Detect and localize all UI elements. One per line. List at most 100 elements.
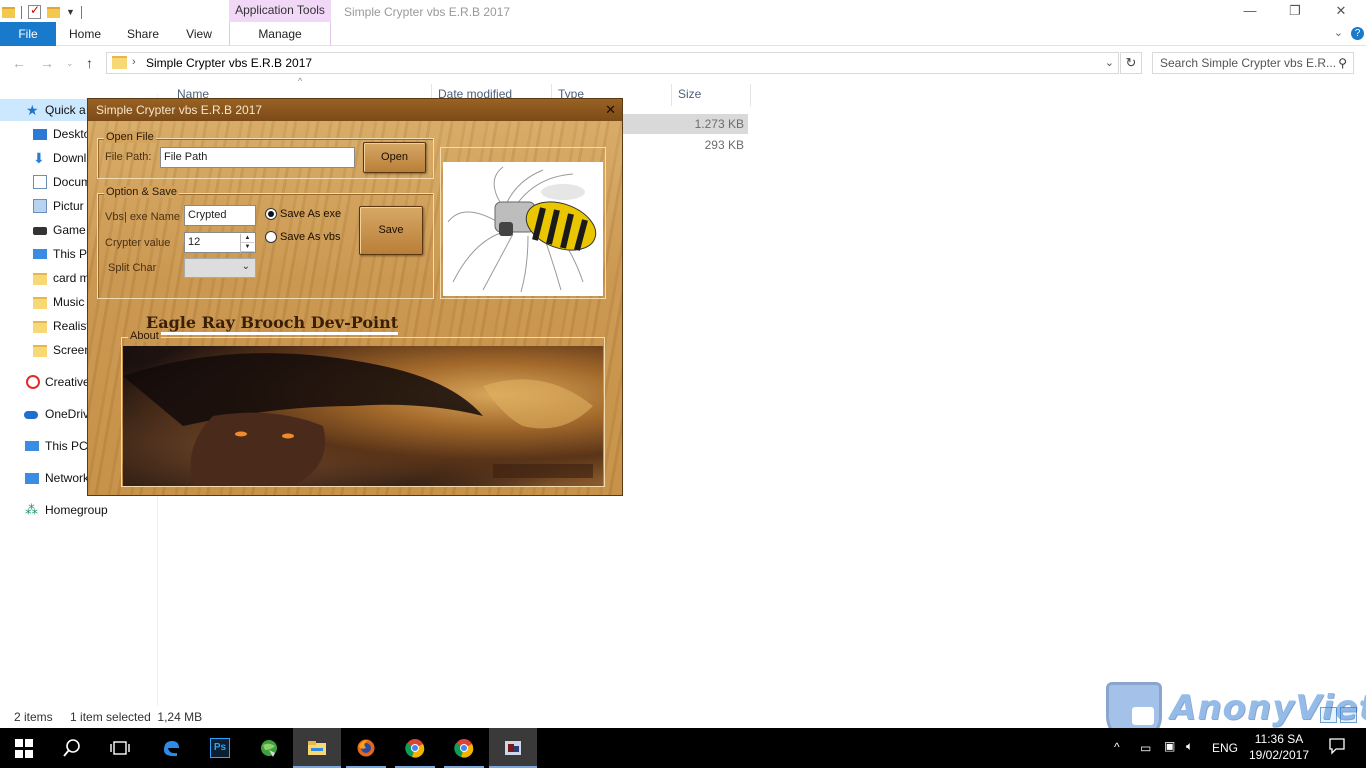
save-as-exe-radio[interactable] [265, 208, 277, 220]
tab-view[interactable]: View [174, 22, 224, 46]
save-as-exe-label[interactable]: Save As exe [280, 208, 341, 220]
tab-home[interactable]: Home [60, 22, 110, 46]
column-divider[interactable] [671, 84, 672, 106]
lock-icon [1132, 707, 1154, 725]
column-divider[interactable] [750, 84, 751, 106]
creative-cloud-icon [26, 375, 40, 389]
search-icon: ⚲ [1338, 56, 1347, 70]
restore-icon[interactable]: ❐ [1272, 0, 1318, 22]
save-as-vbs-label[interactable]: Save As vbs [280, 231, 341, 243]
firefox-button[interactable] [342, 728, 390, 768]
chevron-right-icon[interactable]: › [132, 56, 136, 68]
nav-label: Pictur [53, 199, 84, 213]
photoshop-button[interactable]: Ps [196, 728, 244, 768]
edge-button[interactable] [147, 728, 195, 768]
author-heading: Eagle Ray Brooch Dev-Point [146, 314, 399, 335]
search-placeholder: Search Simple Crypter vbs E.R... [1160, 56, 1337, 70]
customize-qat-icon[interactable]: ▼ [66, 7, 75, 17]
file-explorer-button[interactable] [293, 728, 341, 768]
chrome-button[interactable] [391, 728, 439, 768]
edge-icon [164, 741, 179, 757]
chrome-button-2[interactable] [440, 728, 488, 768]
clock-time: 11:36 SA [1254, 732, 1304, 746]
group-label: Option & Save [104, 186, 179, 198]
file-path-input[interactable]: File Path [160, 147, 355, 168]
idm-button[interactable] [245, 728, 293, 768]
chevron-down-icon[interactable]: ⌄ [1105, 56, 1114, 69]
crypter-titlebar: Simple Crypter vbs E.R.B 2017 ✕ [88, 99, 622, 121]
crypter-app-button[interactable] [489, 728, 537, 768]
nav-label: OneDriv [45, 407, 90, 421]
help-icon[interactable]: ? [1351, 27, 1364, 40]
network-icon[interactable]: ▣ [1164, 739, 1175, 768]
save-as-vbs-radio[interactable] [265, 231, 277, 243]
window-title: Simple Crypter vbs E.R.B 2017 [344, 5, 511, 19]
spin-down-icon[interactable]: ▼ [241, 243, 254, 252]
ribbon-controls: ⌄? [1334, 26, 1364, 40]
folder-icon [33, 297, 47, 309]
exe-name-input[interactable]: Crypted [184, 205, 256, 226]
open-button[interactable]: Open [363, 142, 426, 173]
computer-icon [25, 441, 39, 451]
address-bar[interactable]: › Simple Crypter vbs E.R.B 2017 ⌄ [106, 52, 1119, 74]
globe-icon [261, 740, 277, 757]
nav-label: Quick a [45, 103, 86, 117]
split-char-select[interactable]: ⌄ [184, 258, 256, 278]
bee-illustration [447, 166, 597, 293]
minimize-icon[interactable]: — [1227, 0, 1273, 22]
pictures-icon [33, 199, 47, 213]
close-icon[interactable]: ✕ [605, 99, 616, 121]
search-input[interactable]: Search Simple Crypter vbs E.R... ⚲ [1152, 52, 1354, 74]
task-view-button[interactable] [96, 728, 144, 768]
start-button[interactable] [0, 728, 48, 768]
separator [21, 5, 22, 19]
option-save-group: Option & Save Vbs| exe Name Crypted Cryp… [97, 186, 434, 299]
back-icon[interactable]: ← [12, 55, 26, 71]
bee-image [443, 162, 603, 296]
firefox-icon [357, 739, 375, 757]
expand-ribbon-icon[interactable]: ⌄ [1334, 27, 1343, 39]
save-button[interactable]: Save [359, 206, 423, 255]
recent-locations-icon[interactable]: ⌄ [66, 58, 74, 69]
clock[interactable]: 11:36 SA 19/02/2017 [1244, 731, 1314, 763]
watermark-text: AnonyViet [1170, 688, 1366, 728]
tab-file[interactable]: File [0, 22, 56, 46]
up-icon[interactable]: ↑ [86, 55, 93, 71]
forward-icon[interactable]: → [40, 55, 54, 71]
nav-label: card m [53, 271, 90, 285]
spin-up-icon[interactable]: ▲ [241, 234, 254, 243]
game-icon [33, 227, 47, 235]
nav-homegroup[interactable]: ⁂ Homegroup [0, 499, 158, 521]
close-icon[interactable]: ✕ [1318, 0, 1364, 22]
chevron-down-icon: ⌄ [241, 261, 250, 272]
crypter-value-stepper[interactable]: 12 ▲ ▼ [184, 232, 256, 253]
volume-icon[interactable]: 🔈︎ [1186, 739, 1193, 768]
folder-icon [308, 741, 326, 755]
exe-name-label: Vbs| exe Name [105, 211, 181, 223]
search-button[interactable] [48, 728, 96, 768]
properties-icon[interactable] [28, 3, 41, 19]
nav-label: This PC [45, 439, 88, 453]
tab-share[interactable]: Share [118, 22, 168, 46]
star-icon: ★ [26, 102, 39, 118]
ribbon-tabs: File Home Share View Manage ⌄? [0, 22, 1366, 46]
desktop-icon [33, 129, 47, 140]
refresh-icon[interactable]: ↻ [1120, 52, 1142, 74]
show-hidden-icons-icon[interactable]: ^ [1114, 740, 1120, 768]
crypter-window: Simple Crypter vbs E.R.B 2017 ✕ Open Fil… [87, 98, 623, 496]
language-indicator[interactable]: ENG [1212, 741, 1238, 768]
folder-icon [33, 345, 47, 357]
new-folder-icon[interactable] [47, 6, 60, 18]
crypter-value: 12 [188, 236, 201, 248]
notifications-icon[interactable] [1328, 737, 1346, 768]
nav-label: Docum [53, 175, 92, 189]
character-artwork [123, 353, 593, 486]
address-row: ← → ⌄ ↑ › Simple Crypter vbs E.R.B 2017 … [0, 47, 1366, 79]
tab-manage[interactable]: Manage [229, 22, 331, 46]
battery-icon[interactable]: ▭ [1140, 741, 1151, 768]
column-size[interactable]: Size [678, 87, 701, 103]
group-label: About [128, 330, 161, 342]
nav-label: Network [45, 471, 90, 485]
address-path[interactable]: Simple Crypter vbs E.R.B 2017 [146, 56, 312, 70]
folder-icon [33, 321, 47, 333]
